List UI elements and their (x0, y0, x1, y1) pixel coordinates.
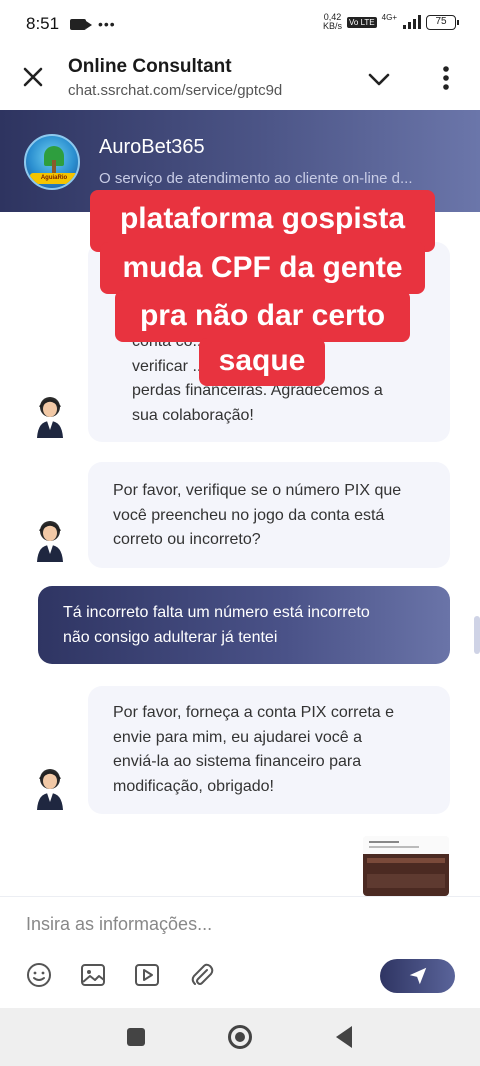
recent-apps-icon[interactable] (127, 1028, 145, 1046)
chevron-down-icon[interactable] (366, 66, 392, 92)
send-icon (409, 967, 427, 985)
app-bar: Online Consultant chat.ssrchat.com/servi… (0, 48, 480, 110)
message-line: envie para mim, eu ajudarei você a (113, 728, 363, 746)
video-icon[interactable] (133, 961, 161, 989)
message-line: correto ou incorreto? (113, 531, 261, 548)
agent-avatar-icon (37, 769, 63, 810)
brand-logo-text: AguiaRio (30, 173, 78, 184)
battery-icon: 75 (426, 14, 459, 30)
video-camera-icon (70, 18, 92, 30)
send-button[interactable] (380, 959, 455, 993)
agent-avatar-icon (37, 521, 63, 562)
more-options-icon[interactable] (434, 64, 458, 92)
brand-logo: AguiaRio (24, 134, 80, 190)
brand-subtitle: O serviço de atendimento ao cliente on-l… (99, 170, 413, 187)
back-icon[interactable] (336, 1026, 352, 1048)
signal-icon (403, 15, 421, 29)
message-bubble-agent: Por favor, forneça a conta PIX correta e… (88, 686, 450, 814)
image-message-thumbnail[interactable] (363, 836, 449, 896)
system-nav-bar (0, 1008, 480, 1066)
brand-name: AuroBet365 (99, 136, 205, 158)
message-line: não consigo adulterar já tentei (63, 628, 278, 646)
more-notifications-icon: ••• (98, 16, 116, 32)
caption-line: muda CPF da gente (100, 242, 425, 294)
page-url: chat.ssrchat.com/service/gptc9d (68, 82, 283, 99)
caption-line: pra não dar certo (115, 290, 410, 342)
agent-avatar-icon (37, 397, 63, 438)
message-line: Por favor, verifique se o número PIX que (113, 482, 402, 499)
network-type: 4G+ (381, 13, 397, 22)
message-line: modificação, obrigado! (113, 777, 274, 795)
network-speed: 0,42 KB/s (323, 13, 342, 31)
message-line: você preencheu no jogo da conta está (113, 506, 385, 524)
composer (0, 896, 480, 1008)
volte-badge: Vo LTE (347, 16, 377, 28)
message-input[interactable] (26, 911, 446, 937)
scrollbar[interactable] (474, 616, 480, 654)
emoji-icon[interactable] (25, 961, 53, 989)
status-notification-icons: ••• (70, 16, 116, 32)
image-icon[interactable] (79, 961, 107, 989)
page-title: Online Consultant (68, 56, 232, 77)
message-line: enviá-la ao sistema financeiro para (113, 753, 362, 770)
close-icon[interactable] (20, 64, 46, 90)
caption-line: saque (199, 338, 325, 386)
status-bar: 8:51 ••• 0,42 KB/s Vo LTE 4G+ 75 (0, 0, 480, 48)
status-indicators: 0,42 KB/s Vo LTE 4G+ 75 (323, 13, 459, 31)
status-time: 8:51 (26, 14, 60, 33)
network-speed-unit: KB/s (322, 21, 342, 31)
message-bubble-user: Tá incorreto falta um número está incorr… (38, 586, 450, 664)
message-line: Tá incorreto falta um número está incorr… (63, 604, 370, 621)
attachment-icon[interactable] (187, 961, 215, 989)
message-line: sua colaboração! (132, 406, 254, 424)
message-line: Por favor, forneça a conta PIX correta e (113, 704, 395, 721)
message-bubble-agent: Por favor, verifique se o número PIX que… (88, 462, 450, 568)
home-icon[interactable] (228, 1025, 252, 1049)
